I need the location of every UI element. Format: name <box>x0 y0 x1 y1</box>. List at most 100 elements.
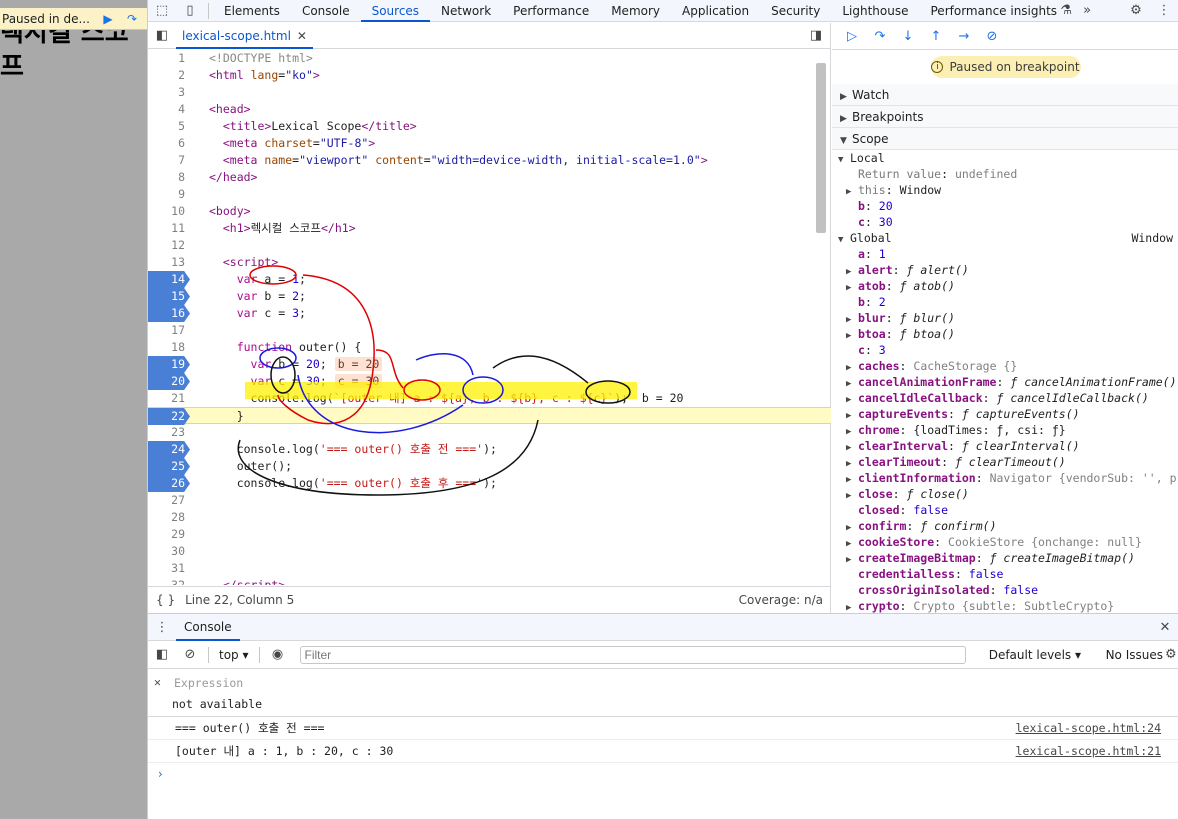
code-line[interactable]: 9 <box>148 186 831 203</box>
deactivate-breakpoints-icon[interactable]: ⊘ <box>978 25 1006 47</box>
line-number[interactable]: 12 <box>148 237 190 254</box>
scope-row[interactable]: ▼ Local <box>832 150 1178 166</box>
code-line[interactable]: 11 <h1>렉시컬 스코프</h1> <box>148 220 831 237</box>
console-settings-icon[interactable]: ⚙ <box>1165 647 1178 662</box>
step-icon[interactable]: → <box>950 25 978 47</box>
toggle-navigator-icon[interactable]: ◧ <box>148 25 176 47</box>
code-line[interactable]: 14 var a = 1; <box>148 271 831 288</box>
filter-input[interactable] <box>299 645 966 664</box>
code-line[interactable]: 27 <box>148 492 831 509</box>
line-number[interactable]: 27 <box>148 492 190 509</box>
inspect-element-icon[interactable]: ⬚ <box>148 0 176 22</box>
tab-lighthouse[interactable]: Lighthouse <box>831 0 919 22</box>
context-selector[interactable]: top ▾ <box>213 648 255 662</box>
code-line[interactable]: 6 <meta charset="UTF-8"> <box>148 135 831 152</box>
code-line[interactable]: 10 <body> <box>148 203 831 220</box>
line-number[interactable]: 11 <box>148 220 190 237</box>
scope-row[interactable]: ▶ cookieStore: CookieStore {onchange: nul… <box>832 534 1178 550</box>
line-number[interactable]: 7 <box>148 152 190 169</box>
breakpoint-gutter[interactable]: 20 <box>148 373 190 390</box>
sidebar-toggle-icon[interactable]: ◧ <box>148 644 176 666</box>
line-number[interactable]: 10 <box>148 203 190 220</box>
code-line[interactable]: 18 function outer() { <box>148 339 831 356</box>
tab-performance[interactable]: Performance <box>502 0 600 22</box>
line-number[interactable]: 4 <box>148 101 190 118</box>
toggle-debugger-icon[interactable]: ◨ <box>802 25 830 47</box>
line-number[interactable]: 9 <box>148 186 190 203</box>
code-line[interactable]: 28 <box>148 509 831 526</box>
source-link[interactable]: lexical-scope.html:24 <box>1016 717 1161 740</box>
code-line[interactable]: 13 <script> <box>148 254 831 271</box>
code-line[interactable]: 8 </head> <box>148 169 831 186</box>
code-line[interactable]: 29 <box>148 526 831 543</box>
breakpoint-gutter[interactable]: 16 <box>148 305 190 322</box>
tab-elements[interactable]: Elements <box>213 0 291 22</box>
code-line[interactable]: 23 <box>148 424 831 441</box>
code-line[interactable]: 12 <box>148 237 831 254</box>
tab-performance-insights[interactable]: Performance insights <box>920 0 1060 22</box>
scope-row[interactable]: ▶ atob: ƒ atob() <box>832 278 1178 294</box>
tab-console[interactable]: Console <box>291 0 361 22</box>
code-line[interactable]: 26 console.log('=== outer() 호출 후 ==='); <box>148 475 831 492</box>
breakpoint-gutter[interactable]: 19 <box>148 356 190 373</box>
line-number[interactable]: 28 <box>148 509 190 526</box>
scope-row[interactable]: ▶ close: ƒ close() <box>832 486 1178 502</box>
section-scope[interactable]: ▼ Scope <box>832 128 1178 150</box>
settings-gear-icon[interactable]: ⚙ <box>1122 0 1150 22</box>
code-line[interactable]: 25 outer(); <box>148 458 831 475</box>
tab-security[interactable]: Security <box>760 0 831 22</box>
line-number[interactable]: 21 <box>148 390 190 407</box>
line-number[interactable]: 32 <box>148 577 190 585</box>
line-number[interactable]: 30 <box>148 543 190 560</box>
scope-row[interactable]: ▶ alert: ƒ alert() <box>832 262 1178 278</box>
code-line[interactable]: 15 var b = 2; <box>148 288 831 305</box>
device-toolbar-icon[interactable]: ▯ <box>176 0 204 22</box>
code-line[interactable]: 17 <box>148 322 831 339</box>
scope-row[interactable]: ▶ clientInformation: Navigator {vendorSub… <box>832 470 1178 486</box>
scope-row[interactable]: ▶ caches: CacheStorage {} <box>832 358 1178 374</box>
code-line[interactable]: 3 <box>148 84 831 101</box>
scope-row[interactable]: ▶ chrome: {loadTimes: ƒ, csi: ƒ} <box>832 422 1178 438</box>
line-number[interactable]: 5 <box>148 118 190 135</box>
line-number[interactable]: 23 <box>148 424 190 441</box>
code-line[interactable]: 7 <meta name="viewport" content="width=d… <box>148 152 831 169</box>
line-number[interactable]: 1 <box>148 50 190 67</box>
code-area[interactable]: 1 <!DOCTYPE html> 2 <html lang="ko"> 3 4 <head… <box>148 50 831 585</box>
code-line[interactable]: 32 </script> <box>148 577 831 585</box>
code-line[interactable]: 5 <title>Lexical Scope</title> <box>148 118 831 135</box>
tab-network[interactable]: Network <box>430 0 502 22</box>
scope-row[interactable]: ▶ this: Window <box>832 182 1178 198</box>
line-number[interactable]: 8 <box>148 169 190 186</box>
more-options-icon[interactable]: ⋮ <box>1150 0 1178 22</box>
code-line[interactable]: 31 <box>148 560 831 577</box>
code-line[interactable]: 24 console.log('=== outer() 호출 전 ==='); <box>148 441 831 458</box>
breakpoint-gutter[interactable]: 22 <box>148 408 190 425</box>
breakpoint-gutter[interactable]: 24 <box>148 441 190 458</box>
tab-memory[interactable]: Memory <box>600 0 671 22</box>
step-over-icon[interactable]: ↷ <box>120 8 144 30</box>
line-number[interactable]: 13 <box>148 254 190 271</box>
resume-icon[interactable]: ▶ <box>96 8 120 30</box>
scope-row[interactable]: ▶ clearInterval: ƒ clearInterval() <box>832 438 1178 454</box>
line-number[interactable]: 17 <box>148 322 190 339</box>
issues-button[interactable]: No Issues <box>1106 648 1163 662</box>
step-out-icon[interactable]: ↑ <box>922 25 950 47</box>
scope-row[interactable]: ▶ clearTimeout: ƒ clearTimeout() <box>832 454 1178 470</box>
file-tab[interactable]: lexical-scope.html ✕ <box>176 23 313 49</box>
line-number[interactable]: 2 <box>148 67 190 84</box>
scope-row[interactable]: ▶ btoa: ƒ btoa() <box>832 326 1178 342</box>
step-over-icon[interactable]: ↷ <box>866 25 894 47</box>
source-link[interactable]: lexical-scope.html:21 <box>1016 740 1161 763</box>
format-icon[interactable]: { } <box>156 593 175 607</box>
scrollbar[interactable] <box>816 63 826 233</box>
scope-row[interactable]: ▶ crypto: Crypto {subtle: SubtleCrypto} <box>832 598 1178 613</box>
code-line[interactable]: 16 var c = 3; <box>148 305 831 322</box>
code-line[interactable]: 30 <box>148 543 831 560</box>
line-number[interactable]: 6 <box>148 135 190 152</box>
log-levels-dropdown[interactable]: Default levels ▾ <box>989 648 1081 662</box>
code-line[interactable]: 21 console.log(`[outer 내] a : ${a}, b : … <box>148 390 831 407</box>
line-number[interactable]: 3 <box>148 84 190 101</box>
breakpoint-gutter[interactable]: 26 <box>148 475 190 492</box>
scope-row[interactable]: ▶ confirm: ƒ confirm() <box>832 518 1178 534</box>
code-line[interactable]: 1 <!DOCTYPE html> <box>148 50 831 67</box>
